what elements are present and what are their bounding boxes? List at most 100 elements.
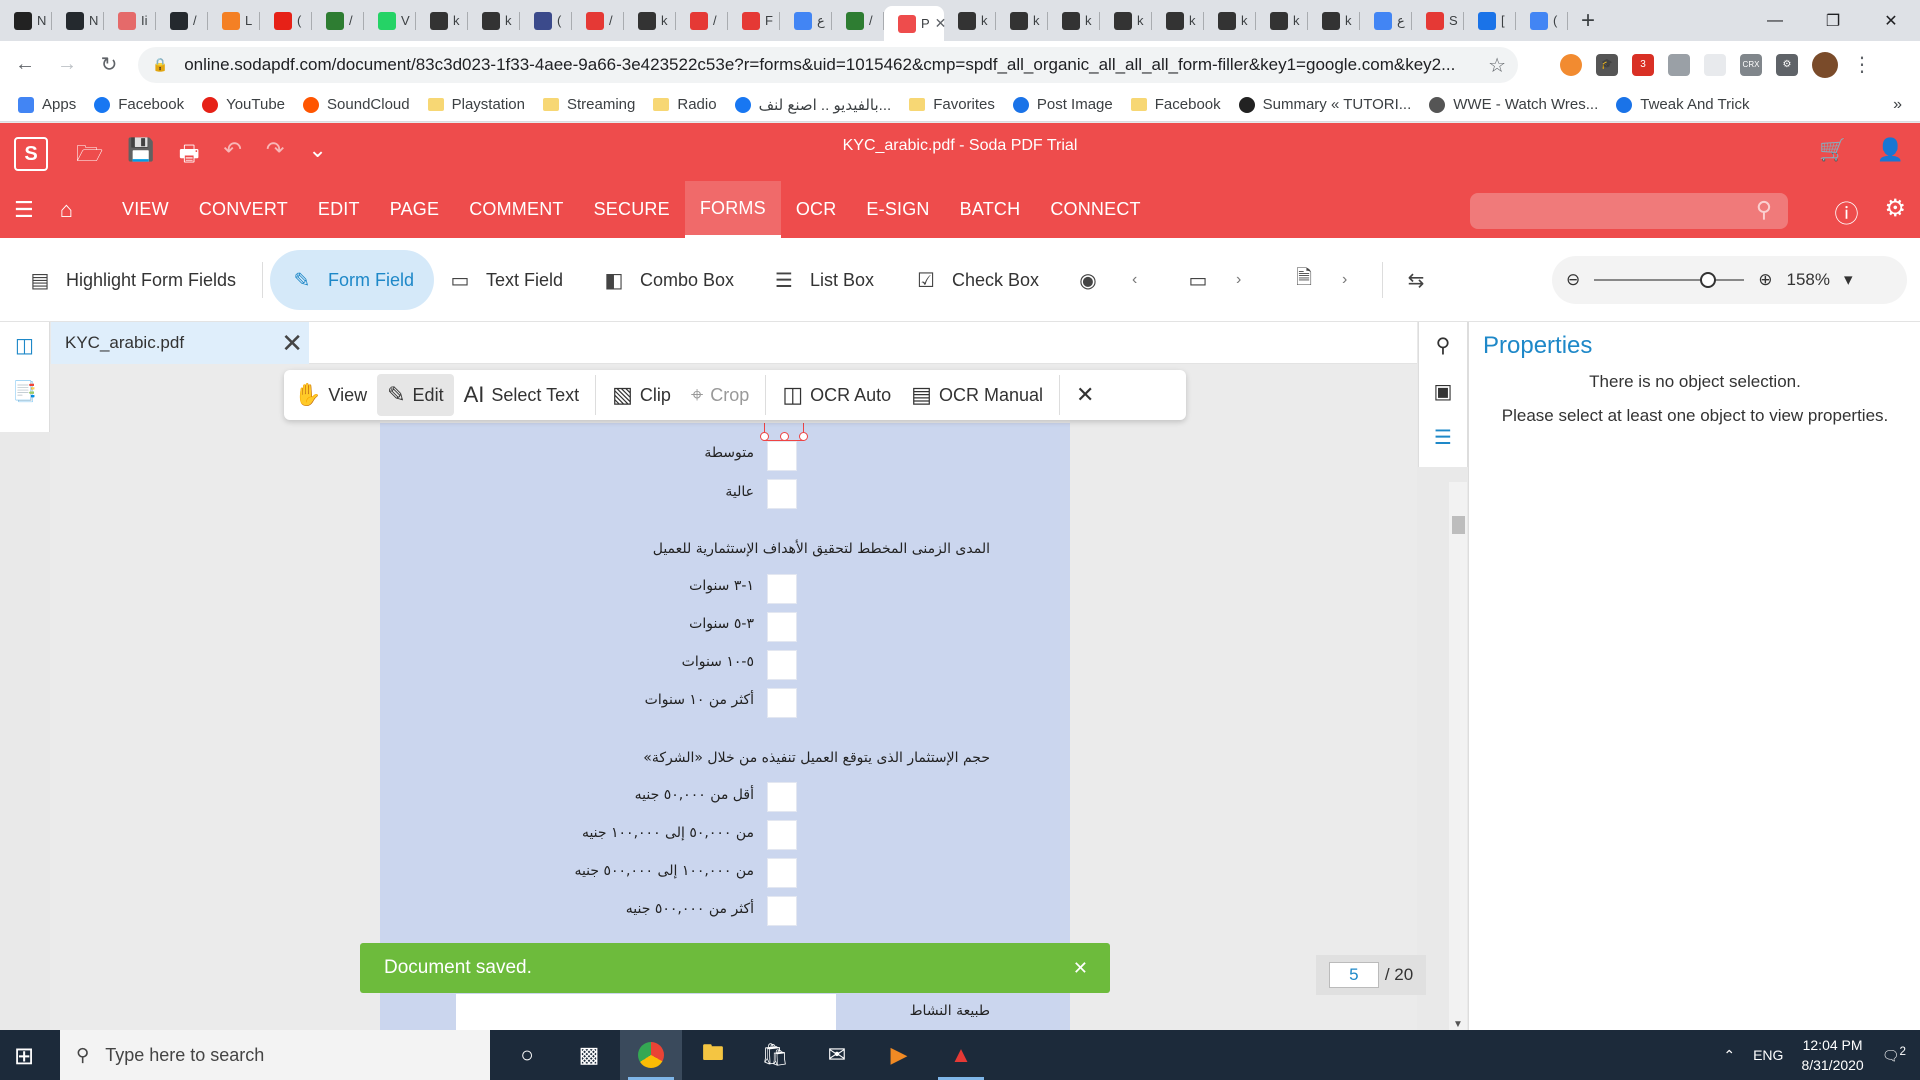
bookmark-item[interactable]: Tweak And Trick bbox=[1616, 96, 1749, 113]
document-tab[interactable]: KYC_arabic.pdf ✕ bbox=[51, 322, 309, 364]
document-tool[interactable]: 🗎 bbox=[1292, 250, 1316, 310]
address-bar[interactable]: 🔒 online.sodapdf.com/document/83c3d023-1… bbox=[138, 47, 1518, 83]
browser-tab[interactable]: / bbox=[572, 0, 624, 41]
view-tool-button[interactable]: ✋ View bbox=[284, 374, 377, 416]
graduation-cap-icon[interactable]: 🎓 bbox=[1596, 53, 1618, 76]
menu-tab-view[interactable]: VIEW bbox=[107, 181, 184, 238]
activity-text-field[interactable] bbox=[456, 994, 836, 1030]
browser-tab[interactable]: N bbox=[0, 0, 52, 41]
volume-option-checkbox[interactable] bbox=[767, 820, 797, 850]
form-field-button[interactable]: ✎ Form Field bbox=[270, 250, 435, 310]
menu-tab-page[interactable]: PAGE bbox=[375, 181, 454, 238]
extension-icon[interactable] bbox=[1704, 53, 1726, 76]
browser-tab[interactable]: Ii bbox=[104, 0, 156, 41]
media-player-icon[interactable]: ▶ bbox=[868, 1030, 930, 1080]
soda-search-input[interactable]: ⚲ bbox=[1470, 193, 1788, 229]
combo-box-button[interactable]: ◧ Combo Box bbox=[602, 250, 735, 310]
browser-tab[interactable]: k bbox=[944, 0, 996, 41]
ocr-auto-button[interactable]: ◫ OCR Auto bbox=[772, 374, 901, 416]
scroll-down-icon[interactable]: ▼ bbox=[1453, 1019, 1463, 1030]
browser-tab[interactable]: k bbox=[1204, 0, 1256, 41]
cart-icon[interactable]: 🛒 bbox=[1819, 137, 1846, 163]
taskbar-search-box[interactable]: ⚲ Type here to search bbox=[60, 1030, 490, 1080]
ocr-manual-button[interactable]: ▤ OCR Manual bbox=[901, 374, 1053, 416]
ribbon-more-icon[interactable]: › bbox=[1236, 250, 1241, 310]
home-icon[interactable]: ⌂ bbox=[60, 197, 73, 223]
browser-tab[interactable]: k bbox=[996, 0, 1048, 41]
search-icon[interactable]: ⚲ bbox=[1419, 322, 1467, 368]
zoom-slider[interactable] bbox=[1594, 272, 1745, 288]
browser-tab[interactable]: ( bbox=[260, 0, 312, 41]
browser-tab[interactable]: N bbox=[52, 0, 104, 41]
horizon-option-checkbox[interactable] bbox=[767, 650, 797, 680]
cloud-icon[interactable] bbox=[1668, 53, 1690, 76]
toast-close-icon[interactable]: ✕ bbox=[1073, 958, 1088, 979]
puzzle-icon[interactable]: ⚙ bbox=[1776, 53, 1798, 76]
bookmarks-more-icon[interactable]: » bbox=[1893, 96, 1902, 114]
mail-icon[interactable]: ✉ bbox=[806, 1030, 868, 1080]
zoom-dropdown-icon[interactable]: ▾ bbox=[1844, 270, 1853, 290]
browser-tab[interactable]: L bbox=[208, 0, 260, 41]
volume-option-checkbox[interactable] bbox=[767, 858, 797, 888]
bookmark-panel-icon[interactable]: 📑 bbox=[0, 368, 49, 414]
browser-tab[interactable]: k bbox=[1256, 0, 1308, 41]
account-icon[interactable]: 👤 bbox=[1877, 137, 1904, 163]
clip-button[interactable]: ▧ Clip bbox=[602, 374, 681, 416]
profile-avatar[interactable] bbox=[1812, 51, 1838, 78]
browser-tab[interactable]: ( bbox=[520, 0, 572, 41]
browser-tab[interactable]: ع bbox=[780, 0, 832, 41]
extension-badge-icon[interactable]: 3 bbox=[1632, 53, 1654, 76]
cortana-icon[interactable]: ○ bbox=[496, 1030, 558, 1080]
close-edit-tools-button[interactable]: ✕ bbox=[1066, 374, 1104, 416]
menu-tab-comment[interactable]: COMMENT bbox=[454, 181, 578, 238]
browser-tab[interactable]: [ bbox=[1464, 0, 1516, 41]
browser-tab[interactable]: k bbox=[1152, 0, 1204, 41]
signature-field-tool[interactable]: ▭ bbox=[1186, 250, 1210, 310]
menu-tab-secure[interactable]: SECURE bbox=[579, 181, 685, 238]
bookmark-item[interactable]: YouTube bbox=[202, 96, 285, 113]
minimize-icon[interactable]: — bbox=[1746, 0, 1804, 41]
crx-icon[interactable]: CRX bbox=[1740, 53, 1762, 76]
browser-tab[interactable]: k bbox=[468, 0, 520, 41]
list-box-button[interactable]: ☰ List Box bbox=[772, 250, 874, 310]
bookmark-item[interactable]: Streaming bbox=[542, 96, 635, 113]
browser-tab-active[interactable]: P ✕ bbox=[884, 6, 946, 41]
browser-tab[interactable]: / bbox=[832, 0, 884, 41]
forward-icon[interactable]: → bbox=[50, 53, 84, 76]
close-tab-icon[interactable]: ✕ bbox=[281, 328, 303, 359]
menu-tab-batch[interactable]: BATCH bbox=[945, 181, 1036, 238]
help-icon[interactable]: ⓘ bbox=[1834, 194, 1858, 229]
volume-option-checkbox[interactable] bbox=[767, 896, 797, 926]
lock-icon[interactable]: 🔒 bbox=[152, 57, 168, 73]
scrollbar-thumb[interactable] bbox=[1452, 516, 1465, 534]
browser-tab[interactable]: k bbox=[624, 0, 676, 41]
bookmark-item[interactable]: Post Image bbox=[1012, 96, 1113, 113]
browser-tab[interactable]: k bbox=[416, 0, 468, 41]
browser-tab[interactable]: / bbox=[156, 0, 208, 41]
risk-option-checkbox[interactable] bbox=[767, 441, 797, 471]
horizon-option-checkbox[interactable] bbox=[767, 574, 797, 604]
browser-tab[interactable]: / bbox=[312, 0, 364, 41]
browser-tab[interactable]: k bbox=[1308, 0, 1360, 41]
pdf-page[interactable]: متوسطة عالية المدى الزمنى المخطط لتحقيق … bbox=[380, 423, 1070, 1030]
bookmark-item[interactable]: WWE - Watch Wres... bbox=[1429, 96, 1598, 113]
browser-tab[interactable]: S bbox=[1412, 0, 1464, 41]
swap-tool[interactable]: ⇆ bbox=[1404, 250, 1428, 310]
browser-tab[interactable]: ( bbox=[1516, 0, 1568, 41]
bookmark-item[interactable]: SoundCloud bbox=[303, 96, 410, 113]
selected-field-handle[interactable] bbox=[760, 423, 808, 441]
reload-icon[interactable]: ↻ bbox=[92, 52, 126, 77]
browser-tab[interactable]: k bbox=[1100, 0, 1152, 41]
browser-tab[interactable]: / bbox=[676, 0, 728, 41]
ribbon-scroll-left-icon[interactable]: ‹ bbox=[1132, 250, 1137, 310]
properties-sliders-icon[interactable]: ☰ bbox=[1419, 414, 1467, 460]
task-view-icon[interactable]: ▩ bbox=[558, 1030, 620, 1080]
edit-tool-button[interactable]: ✎ Edit bbox=[377, 374, 454, 416]
bookmark-item[interactable]: Summary « TUTORI... bbox=[1238, 96, 1411, 113]
page-number-input[interactable]: 5 bbox=[1328, 962, 1379, 988]
restore-icon[interactable]: ❐ bbox=[1804, 0, 1862, 41]
zoom-value[interactable]: 158% bbox=[1787, 270, 1830, 290]
browser-tab[interactable]: F bbox=[728, 0, 780, 41]
browser-tab[interactable]: V bbox=[364, 0, 416, 41]
browser-tab[interactable]: k bbox=[1048, 0, 1100, 41]
